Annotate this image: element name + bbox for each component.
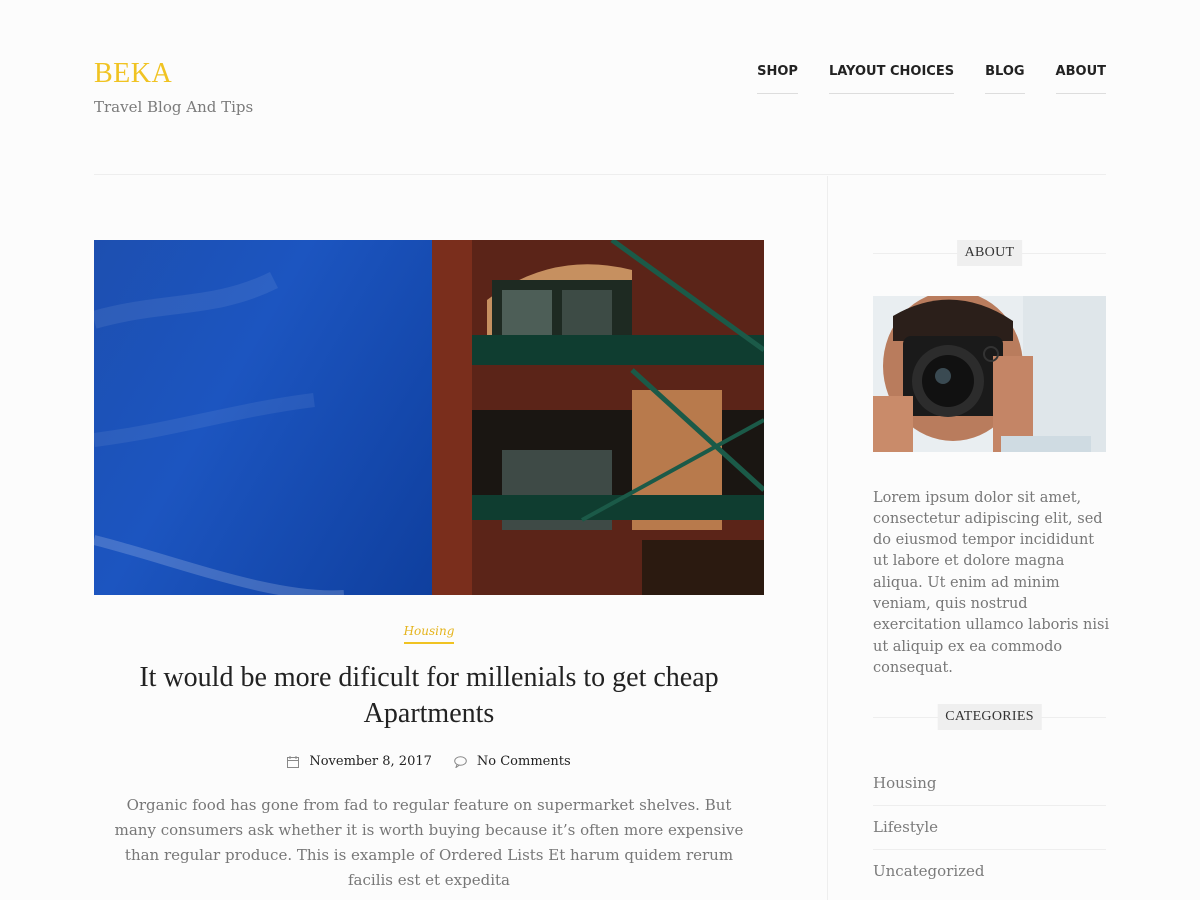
fire-escape-building xyxy=(432,240,764,595)
sky-image-area xyxy=(94,240,432,595)
post-meta: November 8, 2017 No Comments xyxy=(94,754,764,769)
main-navigation: SHOP LAYOUT CHOICES BLOG ABOUT xyxy=(757,64,1106,94)
nav-item-layout-choices[interactable]: LAYOUT CHOICES xyxy=(828,64,955,94)
photographer-image xyxy=(873,296,1106,452)
post-title[interactable]: It would be more dificult for millenials… xyxy=(114,660,744,732)
calendar-icon xyxy=(287,755,300,768)
nav-item-about[interactable]: ABOUT xyxy=(1055,64,1106,94)
header-divider xyxy=(94,174,1106,175)
category-item-uncategorized[interactable]: Uncategorized xyxy=(873,851,1106,893)
blog-post: Housing It would be more dificult for mi… xyxy=(94,620,764,893)
comment-icon xyxy=(454,755,467,768)
post-excerpt: Organic food has gone from fad to regula… xyxy=(114,796,744,889)
post-date-text[interactable]: November 8, 2017 xyxy=(309,754,432,769)
about-widget-text: Lorem ipsum dolor sit amet, consectetur … xyxy=(873,489,1110,676)
category-item-housing[interactable]: Housing xyxy=(873,763,1106,806)
sidebar-divider xyxy=(827,176,828,900)
categories-widget-title: CATEGORIES xyxy=(937,704,1042,730)
categories-list: Housing Lifestyle Uncategorized xyxy=(873,763,1106,894)
cloud-streaks xyxy=(94,271,344,595)
post-category-link[interactable]: Housing xyxy=(403,624,455,644)
building-image-area xyxy=(432,240,764,595)
categories-widget-heading-line: CATEGORIES xyxy=(873,704,1106,730)
about-photo xyxy=(873,296,1106,452)
post-date: November 8, 2017 xyxy=(287,754,432,769)
post-comments: No Comments xyxy=(454,754,571,769)
post-featured-image[interactable] xyxy=(94,240,764,595)
site-logo[interactable]: BEKA xyxy=(94,56,253,92)
site-branding: BEKA Travel Blog And Tips xyxy=(94,56,253,116)
about-widget-heading-line: ABOUT xyxy=(873,240,1106,266)
category-item-lifestyle[interactable]: Lifestyle xyxy=(873,807,1106,850)
post-comments-link[interactable]: No Comments xyxy=(477,754,571,769)
site-tagline: Travel Blog And Tips xyxy=(94,98,254,116)
nav-item-blog[interactable]: BLOG xyxy=(985,64,1025,94)
nav-item-shop[interactable]: SHOP xyxy=(757,64,798,94)
about-widget-title: ABOUT xyxy=(956,240,1023,266)
